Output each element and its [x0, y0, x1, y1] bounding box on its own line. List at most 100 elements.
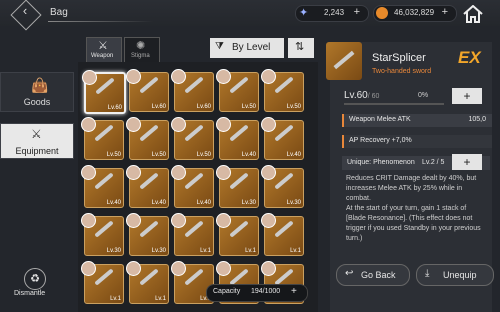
item-level: Lv.60/ 60	[344, 90, 379, 101]
weapon-icon	[229, 220, 249, 238]
item-cell[interactable]: Lv.1	[216, 213, 259, 256]
item-level-label: Lv.30	[286, 200, 301, 206]
dismantle-button[interactable]: Dismantle	[14, 290, 45, 297]
sort-order-button[interactable]: ⇅	[288, 38, 314, 58]
item-cell[interactable]: Lv.30	[261, 165, 304, 208]
item-level-label: Lv.1	[290, 248, 301, 254]
detail-item-icon	[326, 42, 362, 80]
equipped-by-avatar	[216, 69, 231, 84]
weapon-icon	[184, 124, 204, 142]
item-cell[interactable]: Lv.1	[171, 213, 214, 256]
item-cell[interactable]: Lv.40	[216, 117, 259, 160]
equipped-by-avatar	[216, 213, 231, 228]
item-level-label: Lv.60	[151, 104, 166, 110]
equipped-by-avatar	[261, 117, 276, 132]
item-cell[interactable]: Lv.40	[261, 117, 304, 160]
item-level-label: Lv.1	[200, 248, 211, 254]
expand-capacity-button[interactable]: +	[291, 286, 297, 297]
item-cell[interactable]: Lv.60	[82, 70, 126, 114]
item-cell[interactable]: Lv.40	[81, 165, 124, 208]
item-level-value: Lv.60	[344, 90, 368, 101]
equipped-by-avatar	[261, 261, 276, 276]
weapon-icon	[139, 76, 159, 94]
currency-coin: 46,032,829 +	[373, 5, 457, 22]
unique-skill-upgrade-button[interactable]: +	[452, 154, 482, 170]
weapon-icon	[274, 76, 294, 94]
rank-logo: EX	[458, 48, 481, 67]
equipped-by-avatar	[81, 261, 96, 276]
equipped-by-avatar	[126, 69, 141, 84]
unequip-button[interactable]: ⤓ Unequip	[416, 264, 494, 286]
item-cell[interactable]: Lv.1	[261, 213, 304, 256]
tab-goods[interactable]: 👜 Goods	[0, 72, 74, 112]
equipped-by-avatar	[126, 117, 141, 132]
return-icon: ↩	[345, 268, 354, 279]
butterfly-icon: ✦	[299, 7, 309, 19]
currency-coin-add-button[interactable]: +	[442, 6, 448, 18]
level-up-button[interactable]: +	[452, 88, 482, 104]
level-percent: 0%	[418, 92, 429, 99]
item-cell[interactable]: Lv.50	[261, 69, 304, 112]
item-level-label: Lv.1	[155, 296, 166, 302]
weapon-icon	[184, 268, 204, 286]
item-cell[interactable]: Lv.40	[126, 165, 169, 208]
weapon-icon	[184, 220, 204, 238]
item-cell[interactable]: Lv.1	[126, 261, 169, 304]
weapon-icon	[94, 172, 114, 190]
level-progress-track	[344, 103, 444, 105]
tab-goods-label: Goods	[23, 97, 51, 107]
equipped-by-avatar	[261, 69, 276, 84]
item-level-label: Lv.30	[241, 200, 256, 206]
home-icon[interactable]	[462, 5, 484, 23]
item-cell[interactable]: Lv.50	[171, 117, 214, 160]
filter-stigma-label: Stigma	[131, 53, 150, 59]
go-back-button[interactable]: ↩ Go Back	[336, 264, 410, 286]
equipped-by-avatar	[171, 117, 186, 132]
item-type: Two-handed sword	[372, 68, 432, 75]
bag-icon: 👜	[31, 77, 49, 93]
sort-by-level-dropdown[interactable]: ⧩ By Level	[210, 38, 284, 58]
item-cell[interactable]: Lv.30	[81, 213, 124, 256]
weapon-icon	[184, 172, 204, 190]
item-cell[interactable]: Lv.30	[126, 213, 169, 256]
filter-weapon[interactable]: ⚔ Weapon	[86, 37, 122, 63]
item-cell[interactable]: Lv.60	[171, 69, 214, 112]
equipped-by-avatar	[261, 165, 276, 180]
item-level-label: Lv.40	[151, 200, 166, 206]
weapon-icon	[274, 124, 294, 142]
currency-gem-value: 2,243	[324, 8, 345, 17]
item-level-label: Lv.40	[106, 200, 121, 206]
currency-coin-value: 46,032,829	[394, 8, 435, 17]
stat-name: Weapon Melee ATK	[349, 116, 411, 123]
weapon-icon	[94, 268, 114, 286]
item-level-label: Lv.60	[196, 104, 211, 110]
weapon-icon	[139, 268, 159, 286]
tab-equipment[interactable]: ⚔ Equipment	[0, 123, 74, 159]
item-cell[interactable]: Lv.50	[81, 117, 124, 160]
unique-label: Unique: Phenomenon	[347, 159, 415, 166]
weapon-icon	[139, 172, 159, 190]
back-icon: ‹	[22, 3, 28, 19]
equipped-by-avatar	[126, 213, 141, 228]
item-cell[interactable]: Lv.30	[216, 165, 259, 208]
item-cell[interactable]: Lv.50	[216, 69, 259, 112]
stigma-icon: ✺	[136, 40, 146, 52]
recycle-icon[interactable]: ♻	[24, 268, 46, 290]
unequip-icon: ⤓	[425, 268, 430, 279]
equipped-by-avatar	[216, 165, 231, 180]
item-level-label: Lv.50	[196, 152, 211, 158]
item-cell[interactable]: Lv.1	[81, 261, 124, 304]
item-level-label: Lv.1	[245, 248, 256, 254]
currency-gem-add-button[interactable]: +	[354, 6, 360, 18]
item-cell[interactable]: Lv.50	[126, 117, 169, 160]
item-level-label: Lv.50	[241, 104, 256, 110]
item-level-label: Lv.1	[110, 296, 121, 302]
item-level-label: Lv.60	[107, 105, 122, 111]
weapon-icon	[274, 220, 294, 238]
item-cell[interactable]: Lv.40	[171, 165, 214, 208]
sword-icon	[333, 50, 355, 70]
weapon-icon	[184, 76, 204, 94]
filter-stigma[interactable]: ✺ Stigma	[124, 37, 160, 63]
item-cell[interactable]: Lv.60	[126, 69, 169, 112]
coin-icon	[376, 7, 388, 19]
